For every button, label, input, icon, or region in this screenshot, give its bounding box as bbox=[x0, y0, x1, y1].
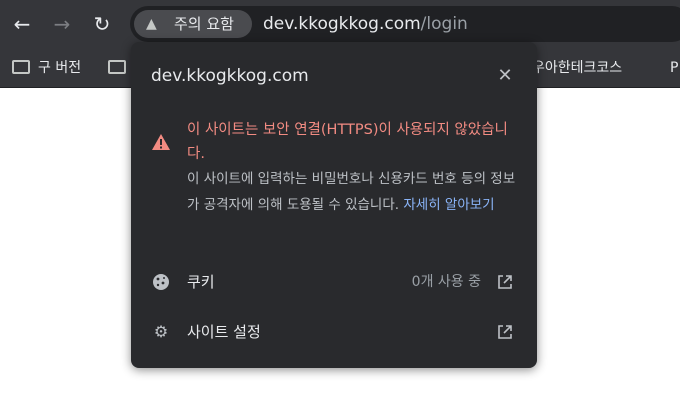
folder-icon bbox=[12, 60, 30, 74]
open-external-icon[interactable] bbox=[497, 324, 513, 340]
cookie-icon bbox=[153, 274, 169, 290]
url-text[interactable]: dev.kkogkkog.com/login bbox=[263, 6, 468, 42]
popup-title: dev.kkogkkog.com bbox=[151, 66, 309, 86]
site-settings-label: 사이트 설정 bbox=[187, 323, 261, 341]
url-path: /login bbox=[420, 14, 468, 34]
warning-triangle-icon: ▲ bbox=[146, 16, 157, 32]
warning-triangle-icon bbox=[152, 134, 170, 150]
bookmark-woowa-techcourse[interactable]: 우아한테크코스 bbox=[532, 48, 622, 88]
arrow-right-icon[interactable]: → bbox=[50, 12, 74, 36]
bookmark-label: P bbox=[670, 60, 679, 76]
folder-icon bbox=[108, 60, 126, 74]
bookmark-folder-old-version[interactable]: 구 버전 bbox=[12, 48, 81, 88]
bookmark-item[interactable]: P bbox=[670, 48, 678, 88]
browser-toolbar: ← → ↻ ▲ 주의 요함 dev.kkogkkog.com/login bbox=[0, 0, 680, 48]
security-chip[interactable]: ▲ 주의 요함 bbox=[134, 10, 252, 38]
close-icon[interactable]: ✕ bbox=[493, 64, 517, 88]
cookies-label: 쿠키 bbox=[187, 273, 215, 291]
site-settings-row[interactable]: ⚙ 사이트 설정 bbox=[131, 308, 537, 356]
url-host: dev.kkogkkog.com bbox=[263, 14, 421, 34]
cookies-row[interactable]: 쿠키 0개 사용 중 bbox=[131, 258, 537, 306]
address-bar[interactable]: ▲ 주의 요함 dev.kkogkkog.com/login bbox=[130, 6, 680, 42]
security-chip-label: 주의 요함 bbox=[174, 15, 234, 33]
site-info-popup: dev.kkogkkog.com ✕ 이 사이트는 보안 연결(HTTPS)이 … bbox=[131, 42, 537, 368]
reload-icon[interactable]: ↻ bbox=[90, 12, 114, 36]
cookies-count: 0개 사용 중 bbox=[411, 274, 481, 290]
security-warning-body: 이 사이트에 입력하는 비밀번호나 신용카드 번호 등의 정보가 공격자에 의해… bbox=[187, 166, 521, 218]
bookmark-label: 우아한테크코스 bbox=[532, 60, 623, 76]
gear-icon: ⚙ bbox=[153, 322, 169, 341]
security-warning-title: 이 사이트는 보안 연결(HTTPS)이 사용되지 않았습니다. bbox=[187, 122, 508, 162]
learn-more-link[interactable]: 자세히 알아보기 bbox=[403, 197, 494, 213]
bookmark-label: 구 버전 bbox=[38, 60, 82, 76]
open-external-icon[interactable] bbox=[497, 274, 513, 290]
arrow-left-icon[interactable]: ← bbox=[10, 12, 34, 36]
